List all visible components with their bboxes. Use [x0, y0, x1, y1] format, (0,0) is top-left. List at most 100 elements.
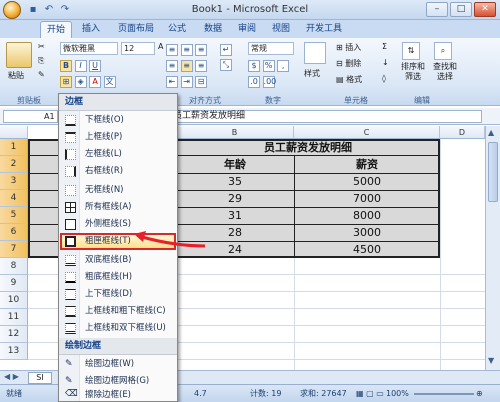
menu-item-all-borders[interactable]: 所有框线(A) — [60, 199, 176, 216]
cell-salary[interactable]: 7000 — [294, 190, 440, 207]
align-left-icon[interactable]: ≡ — [166, 60, 178, 72]
fill-icon[interactable]: ↓ — [382, 58, 389, 67]
maximize-button[interactable]: □ — [450, 2, 472, 17]
phonetic-icon[interactable]: 文 — [103, 76, 116, 88]
tab-review[interactable]: 审阅 — [232, 21, 262, 38]
tab-insert[interactable]: 插入 — [76, 21, 106, 38]
sort-filter-icon[interactable]: ⇅ — [402, 42, 420, 60]
row-header[interactable]: 3 — [0, 173, 28, 190]
font-size-select[interactable]: 12 — [121, 42, 155, 55]
zoom-slider[interactable] — [414, 393, 474, 395]
cell-salary[interactable]: 5000 — [294, 173, 440, 190]
menu-item-top-thick-bottom-border[interactable]: 上框线和粗下框线(C) — [60, 303, 176, 320]
menu-item-right-border[interactable]: 右框线(R) — [60, 163, 176, 180]
number-format-select[interactable]: 常规 — [248, 42, 294, 55]
row-header[interactable]: 1 — [0, 139, 28, 156]
view-buttons[interactable]: ▦ ▢ ▭ — [356, 385, 384, 402]
find-select-icon[interactable]: ⌕ — [434, 42, 452, 60]
formula-input[interactable]: 员工薪资发放明细 — [170, 110, 482, 123]
paste-label[interactable]: 粘贴 — [8, 70, 24, 81]
bold-icon[interactable]: B — [60, 60, 72, 72]
currency-icon[interactable]: $ — [248, 60, 260, 72]
row-header[interactable]: 5 — [0, 207, 28, 224]
menu-item-thick-bottom-border[interactable]: 粗底框线(H) — [60, 269, 176, 286]
insert-cells-button[interactable]: ⊞ 插入 — [336, 42, 361, 53]
underline-icon[interactable]: U — [89, 60, 102, 72]
row-header[interactable]: 9 — [0, 275, 28, 292]
styles-label[interactable]: 样式 — [304, 68, 320, 79]
name-box[interactable]: A1 — [3, 110, 58, 123]
row-header[interactable]: 13 — [0, 343, 28, 360]
zoom-level[interactable]: 100% — [386, 385, 409, 402]
select-all-corner[interactable] — [0, 126, 28, 139]
cell-age[interactable]: 35 — [176, 173, 294, 190]
fill-color-icon[interactable]: ◈ — [74, 76, 87, 88]
cell-age[interactable]: 29 — [176, 190, 294, 207]
align-top-icon[interactable]: ≡ — [166, 44, 178, 56]
column-header-d[interactable]: D — [440, 126, 485, 139]
tab-formulas[interactable]: 公式 — [162, 21, 192, 38]
menu-item-bottom-border[interactable]: 下框线(O) — [60, 112, 176, 129]
delete-cells-button[interactable]: ⊟ 删除 — [336, 58, 361, 69]
format-cells-button[interactable]: ▤ 格式 — [336, 74, 362, 85]
close-button[interactable]: ✕ — [474, 2, 496, 17]
orientation-icon[interactable]: ⤡ — [220, 59, 232, 71]
menu-item-top-border[interactable]: 上框线(P) — [60, 129, 176, 146]
tab-page-layout[interactable]: 页面布局 — [112, 21, 160, 38]
increase-decimal-icon[interactable]: .0 — [248, 76, 260, 88]
table-title[interactable]: 员工薪资发放明细 — [176, 139, 440, 156]
autosum-icon[interactable]: Σ — [382, 42, 387, 51]
menu-item-top-bottom-border[interactable]: 上下框线(D) — [60, 286, 176, 303]
grow-font-icon[interactable]: A — [158, 42, 163, 51]
paste-icon[interactable] — [6, 42, 32, 68]
zoom-in-icon[interactable]: ⊕ — [476, 385, 483, 402]
scroll-up-icon[interactable]: ▲ — [488, 128, 494, 137]
row-header[interactable]: 7 — [0, 241, 28, 258]
column-header-b[interactable]: B — [176, 126, 294, 139]
tab-home[interactable]: 开始 — [40, 21, 73, 38]
align-bottom-icon[interactable]: ≡ — [195, 44, 208, 56]
sort-filter-label[interactable]: 排序和 筛选 — [398, 62, 428, 82]
menu-item-double-bottom-border[interactable]: 双底框线(B) — [60, 252, 176, 269]
menu-item-erase-border[interactable]: ⌫ 擦除边框(E) — [60, 388, 176, 402]
row-header[interactable]: 10 — [0, 292, 28, 309]
decrease-decimal-icon[interactable]: .00 — [262, 76, 276, 88]
header-salary[interactable]: 薪资 — [294, 156, 440, 173]
row-header[interactable]: 4 — [0, 190, 28, 207]
tab-view[interactable]: 视图 — [266, 21, 296, 38]
vertical-scrollbar[interactable]: ▲ ▼ — [485, 126, 500, 370]
tab-data[interactable]: 数据 — [198, 21, 228, 38]
merge-center-icon[interactable]: ⊟ — [195, 76, 208, 88]
scroll-thumb[interactable] — [488, 142, 498, 202]
wrap-text-icon[interactable]: ↵ — [220, 44, 232, 56]
italic-icon[interactable]: I — [74, 60, 87, 72]
styles-icon[interactable] — [304, 42, 326, 64]
menu-item-left-border[interactable]: 左框线(L) — [60, 146, 176, 163]
clear-icon[interactable]: ◊ — [382, 74, 386, 83]
minimize-button[interactable]: – — [426, 2, 448, 17]
align-center-icon[interactable]: ≡ — [180, 60, 193, 72]
font-color-icon[interactable]: A — [89, 76, 102, 88]
cell-salary[interactable]: 3000 — [294, 224, 440, 241]
comma-icon[interactable]: , — [277, 60, 290, 72]
row-header[interactable]: 11 — [0, 309, 28, 326]
scroll-down-icon[interactable]: ▼ — [488, 356, 494, 365]
row-header[interactable]: 12 — [0, 326, 28, 343]
font-name-select[interactable]: 微软雅黑 — [60, 42, 118, 55]
decrease-indent-icon[interactable]: ⇤ — [166, 76, 178, 88]
column-header-c[interactable]: C — [294, 126, 440, 139]
menu-item-top-double-bottom-border[interactable]: 上框线和双下框线(U) — [60, 320, 176, 337]
find-select-label[interactable]: 查找和 选择 — [430, 62, 460, 82]
header-age[interactable]: 年龄 — [176, 156, 294, 173]
row-header[interactable]: 8 — [0, 258, 28, 275]
copy-icon[interactable]: ⎘ — [38, 56, 44, 66]
align-middle-icon[interactable]: ≡ — [180, 44, 193, 56]
cell-age[interactable]: 31 — [176, 207, 294, 224]
cut-icon[interactable]: ✂ — [38, 42, 45, 51]
format-painter-icon[interactable]: ✎ — [38, 70, 45, 79]
sheet-tab[interactable]: SI — [28, 372, 52, 384]
cell-salary[interactable]: 4500 — [294, 241, 440, 258]
row-header[interactable]: 6 — [0, 224, 28, 241]
align-right-icon[interactable]: ≡ — [195, 60, 208, 72]
sheet-nav-icon[interactable]: ◀ ▶ — [4, 372, 19, 381]
